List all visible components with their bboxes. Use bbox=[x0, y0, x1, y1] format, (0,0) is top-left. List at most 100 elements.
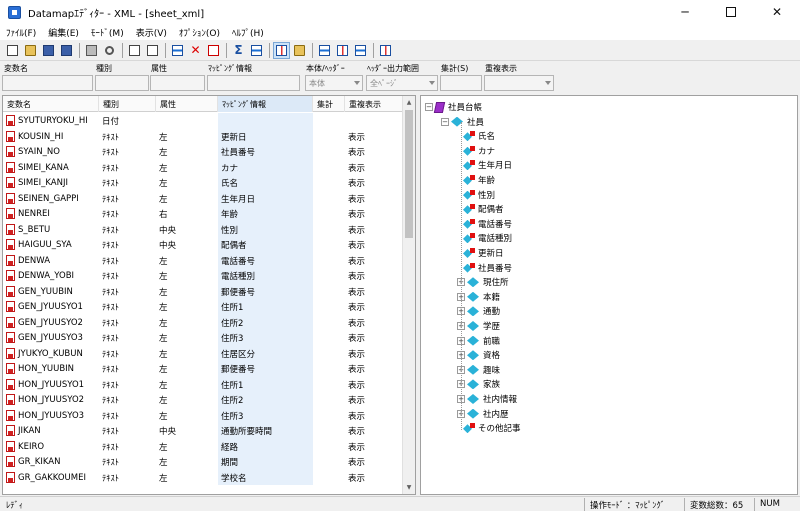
col-header-dup[interactable]: 重複表示 bbox=[345, 96, 403, 112]
table-row[interactable]: GEN_JYUUSYO1 ﾃｷｽﾄ 左 住所1 表示 bbox=[3, 299, 403, 315]
tree-subgroup[interactable]: + 社内歴 bbox=[457, 407, 509, 421]
tree-leaf[interactable]: 生年月日 bbox=[463, 158, 512, 172]
print-button[interactable] bbox=[83, 42, 100, 59]
map-remove-button[interactable] bbox=[334, 42, 351, 59]
tree-leaf[interactable]: 電話番号 bbox=[463, 217, 512, 231]
close-button[interactable]: ✕ bbox=[754, 0, 800, 24]
tree-subgroup[interactable]: + 学歴 bbox=[457, 319, 500, 333]
tree-leaf[interactable]: カナ bbox=[463, 144, 495, 158]
collapse-icon[interactable]: − bbox=[441, 117, 449, 126]
table-row[interactable]: KOUSIN_HI ﾃｷｽﾄ 左 更新日 表示 bbox=[3, 128, 403, 144]
tree-subgroup[interactable]: + 前職 bbox=[457, 334, 500, 348]
table-cell bbox=[313, 439, 345, 455]
table-row[interactable]: SYUTURYOKU_HI 日付 bbox=[3, 113, 403, 129]
tree-subgroup[interactable]: + 趣味 bbox=[457, 363, 500, 377]
sum-button[interactable]: Σ bbox=[230, 42, 247, 59]
variable-icon bbox=[6, 239, 15, 250]
new-button[interactable] bbox=[4, 42, 21, 59]
maximize-button[interactable] bbox=[708, 0, 754, 24]
table-row[interactable]: DENWA_YOBI ﾃｷｽﾄ 左 電話種別 表示 bbox=[3, 268, 403, 284]
type-input[interactable] bbox=[95, 75, 149, 91]
delete-button[interactable]: ✕ bbox=[187, 42, 204, 59]
table-row[interactable]: GEN_JYUUSYO3 ﾃｷｽﾄ 左 住所3 表示 bbox=[3, 330, 403, 346]
col-header-attr[interactable]: 属性 bbox=[156, 96, 218, 112]
table-row[interactable]: DENWA ﾃｷｽﾄ 左 電話番号 表示 bbox=[3, 252, 403, 268]
varname-input[interactable] bbox=[2, 75, 93, 91]
menu-edit[interactable]: 編集(E) bbox=[42, 26, 85, 39]
col-header-varname[interactable]: 変数名 bbox=[3, 96, 99, 112]
table-row[interactable]: SIMEI_KANJI ﾃｷｽﾄ 左 氏名 表示 bbox=[3, 175, 403, 191]
collapse-icon[interactable]: − bbox=[425, 103, 433, 111]
open-button[interactable] bbox=[22, 42, 39, 59]
table-row[interactable]: KEIRO ﾃｷｽﾄ 左 経路 表示 bbox=[3, 438, 403, 455]
menu-help[interactable]: ﾍﾙﾌﾟ(H) bbox=[226, 26, 270, 39]
tree-leaf[interactable]: 配偶者 bbox=[463, 202, 504, 216]
menu-mode[interactable]: ﾓｰﾄﾞ(M) bbox=[85, 26, 130, 39]
scroll-up-icon[interactable]: ▲ bbox=[403, 96, 415, 109]
scroll-thumb[interactable] bbox=[405, 110, 413, 238]
body-header-select[interactable]: 本体 bbox=[305, 75, 363, 91]
table-row[interactable]: SYAIN_NO ﾃｷｽﾄ 左 社員番号 表示 bbox=[3, 144, 403, 160]
tree-subgroup[interactable]: + 資格 bbox=[457, 348, 500, 362]
tree-leaf[interactable]: 年齢 bbox=[463, 173, 495, 187]
table-row[interactable]: GR_KIKAN ﾃｷｽﾄ 左 期間 表示 bbox=[3, 454, 403, 470]
sum-input[interactable] bbox=[440, 75, 482, 91]
table-row[interactable]: HON_YUUBIN ﾃｷｽﾄ 左 郵便番号 表示 bbox=[3, 361, 403, 377]
copy-button[interactable] bbox=[126, 42, 143, 59]
cut-button[interactable] bbox=[205, 42, 222, 59]
table-row[interactable]: HON_JYUUSYO3 ﾃｷｽﾄ 左 住所3 表示 bbox=[3, 407, 403, 423]
table-row[interactable]: HAIGUU_SYA ﾃｷｽﾄ 中央 配偶者 表示 bbox=[3, 237, 403, 253]
print-preview-button[interactable] bbox=[101, 42, 118, 59]
col-header-mapping[interactable]: ﾏｯﾋﾟﾝｸﾞ情報 bbox=[218, 96, 313, 112]
grid-scrollbar[interactable]: ▲ ▼ bbox=[402, 96, 415, 494]
tree-subgroup[interactable]: + 社内情報 bbox=[457, 392, 517, 406]
table-row[interactable]: SEINEN_GAPPI ﾃｷｽﾄ 左 生年月日 表示 bbox=[3, 190, 403, 206]
variable-name: GR_GAKKOUMEI bbox=[18, 472, 86, 483]
table-row[interactable]: HON_JYUUSYO2 ﾃｷｽﾄ 左 住所2 表示 bbox=[3, 392, 403, 408]
mapping-mode-button[interactable] bbox=[273, 42, 290, 59]
save-button[interactable] bbox=[40, 42, 57, 59]
tree-subgroup[interactable]: + 通勤 bbox=[457, 304, 500, 318]
table-cell: 住所1 bbox=[218, 376, 313, 392]
col-header-type[interactable]: 種別 bbox=[99, 96, 156, 112]
tree-leaf[interactable]: その他記事 bbox=[463, 421, 521, 435]
attr-input[interactable] bbox=[150, 75, 205, 91]
scroll-down-icon[interactable]: ▼ bbox=[403, 481, 415, 494]
tree-group[interactable]: − 社員 bbox=[441, 115, 484, 129]
tree-leaf[interactable]: 電話種別 bbox=[463, 231, 512, 245]
layout-button[interactable] bbox=[377, 42, 394, 59]
map-add-button[interactable] bbox=[316, 42, 333, 59]
tree-subgroup[interactable]: + 家族 bbox=[457, 377, 500, 391]
table-row[interactable]: GEN_JYUUSYO2 ﾃｷｽﾄ 左 住所2 表示 bbox=[3, 314, 403, 330]
save-all-button[interactable] bbox=[58, 42, 75, 59]
mapping-input[interactable] bbox=[207, 75, 300, 91]
table-row[interactable]: JIKAN ﾃｷｽﾄ 中央 通勤所要時間 表示 bbox=[3, 423, 403, 439]
menu-file[interactable]: ﾌｧｲﾙ(F) bbox=[0, 26, 42, 39]
tree-leaf[interactable]: 氏名 bbox=[463, 129, 495, 143]
minimize-button[interactable]: ─ bbox=[662, 0, 708, 24]
table-row[interactable]: GEN_YUUBIN ﾃｷｽﾄ 左 郵便番号 表示 bbox=[3, 283, 403, 299]
table-row[interactable]: JYUKYO_KUBUN ﾃｷｽﾄ 左 住居区分 表示 bbox=[3, 345, 403, 361]
table-row[interactable]: GR_GAKKOUMEI ﾃｷｽﾄ 左 学校名 表示 bbox=[3, 469, 403, 485]
menu-view[interactable]: 表示(V) bbox=[130, 26, 173, 39]
paste-button[interactable] bbox=[144, 42, 161, 59]
table-row[interactable]: HON_JYUUSYO1 ﾃｷｽﾄ 左 住所1 表示 bbox=[3, 376, 403, 392]
grid-button[interactable] bbox=[248, 42, 265, 59]
col-header-sum[interactable]: 集計 bbox=[313, 96, 345, 112]
table-row[interactable]: SIMEI_KANA ﾃｷｽﾄ 左 カナ 表示 bbox=[3, 159, 403, 175]
tree-root[interactable]: − 社員台帳 bbox=[425, 100, 482, 114]
tree-leaf[interactable]: 更新日 bbox=[463, 246, 504, 260]
tree-subgroup[interactable]: + 現住所 bbox=[457, 275, 509, 289]
tree-leaf[interactable]: 社員番号 bbox=[463, 261, 512, 275]
tree-button[interactable] bbox=[291, 42, 308, 59]
map-edit-button[interactable] bbox=[352, 42, 369, 59]
table-row[interactable]: NENREI ﾃｷｽﾄ 右 年齢 表示 bbox=[3, 206, 403, 222]
tree-subgroup[interactable]: + 本籍 bbox=[457, 290, 500, 304]
menu-options[interactable]: ｵﾌﾟｼｮﾝ(O) bbox=[173, 26, 226, 39]
dup-select[interactable] bbox=[484, 75, 554, 91]
header-range-select[interactable]: 全ﾍﾟｰｼﾞ bbox=[366, 75, 438, 91]
table-row[interactable]: S_BETU ﾃｷｽﾄ 中央 性別 表示 bbox=[3, 221, 403, 237]
tree-node-label: 社員台帳 bbox=[448, 103, 483, 113]
tree-leaf[interactable]: 性別 bbox=[463, 188, 495, 202]
move-button[interactable] bbox=[169, 42, 186, 59]
